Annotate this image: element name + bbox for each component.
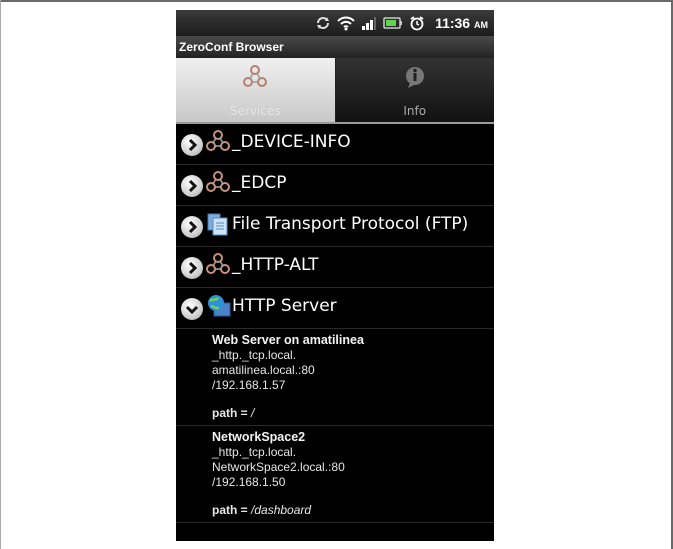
service-row-http-alt[interactable]: _HTTP-ALT xyxy=(176,247,494,288)
sync-icon xyxy=(315,15,331,31)
tab-services-label: Services xyxy=(229,104,281,118)
globe-icon xyxy=(206,293,232,323)
ftp-icon xyxy=(206,211,230,241)
entry-path-value: /dashboard xyxy=(251,503,312,517)
info-icon xyxy=(402,64,428,94)
network-icon xyxy=(206,252,230,282)
service-label: _DEVICE-INFO xyxy=(232,132,351,152)
entry-path-value: / xyxy=(251,406,255,420)
tab-info-label: Info xyxy=(403,104,427,118)
network-icon xyxy=(206,129,230,159)
entry-name: NetworkSpace2 xyxy=(212,430,306,444)
expand-arrow-icon[interactable] xyxy=(181,134,203,156)
expand-arrow-icon[interactable] xyxy=(181,257,203,279)
entry-path-key: path = xyxy=(212,503,252,517)
expand-arrow-icon[interactable] xyxy=(181,175,203,197)
entry-name: Web Server on amatilinea xyxy=(212,333,364,347)
http-entry[interactable]: NetworkSpace2 _http._tcp.local. NetworkS… xyxy=(176,426,494,523)
entry-ip: /192.168.1.50 xyxy=(212,475,286,489)
expand-arrow-icon[interactable] xyxy=(181,216,203,238)
entry-path-key: path = xyxy=(212,406,252,420)
frame-left-border xyxy=(0,0,1,549)
entry-type: _http._tcp.local. xyxy=(212,445,297,459)
clock-time: 11:36 xyxy=(435,15,471,31)
battery-icon xyxy=(383,16,403,30)
network-icon xyxy=(206,170,230,200)
service-row-ftp[interactable]: File Transport Protocol (FTP) xyxy=(176,206,494,247)
app-title: ZeroConf Browser xyxy=(176,36,494,58)
tab-bar: Services Info xyxy=(176,58,494,122)
service-label: File Transport Protocol (FTP) xyxy=(232,214,469,234)
service-label: HTTP Server xyxy=(232,296,337,316)
entry-host: NetworkSpace2.local.:80 xyxy=(212,460,345,474)
service-label: _HTTP-ALT xyxy=(232,255,319,275)
frame-top-border xyxy=(0,0,673,2)
phone-screen: 11:36 AM ZeroConf Browser Services Info … xyxy=(176,10,494,541)
entry-path: path = / xyxy=(212,406,494,421)
http-entry[interactable]: Web Server on amatilinea _http._tcp.loca… xyxy=(176,329,494,426)
entry-host: amatilinea.local.:80 xyxy=(212,363,315,377)
network-icon xyxy=(242,64,268,94)
tab-info[interactable]: Info xyxy=(334,58,494,122)
signal-icon xyxy=(361,15,377,31)
status-bar: 11:36 AM xyxy=(176,10,494,36)
entry-type: _http._tcp.local. xyxy=(212,348,297,362)
entry-ip: /192.168.1.57 xyxy=(212,378,286,392)
service-list: _DEVICE-INFO _EDCP File Transport Protoc… xyxy=(176,124,494,523)
service-row-http-server[interactable]: HTTP Server xyxy=(176,288,494,329)
tab-services[interactable]: Services xyxy=(176,58,335,122)
clock-ampm: AM xyxy=(474,20,488,30)
service-row-device-info[interactable]: _DEVICE-INFO xyxy=(176,124,494,165)
wifi-icon xyxy=(337,15,355,31)
service-row-edcp[interactable]: _EDCP xyxy=(176,165,494,206)
clock: 11:36 AM xyxy=(435,15,488,31)
entry-path: path = /dashboard xyxy=(212,503,494,518)
collapse-arrow-icon[interactable] xyxy=(181,298,203,320)
alarm-icon xyxy=(409,15,425,31)
service-label: _EDCP xyxy=(232,173,287,193)
